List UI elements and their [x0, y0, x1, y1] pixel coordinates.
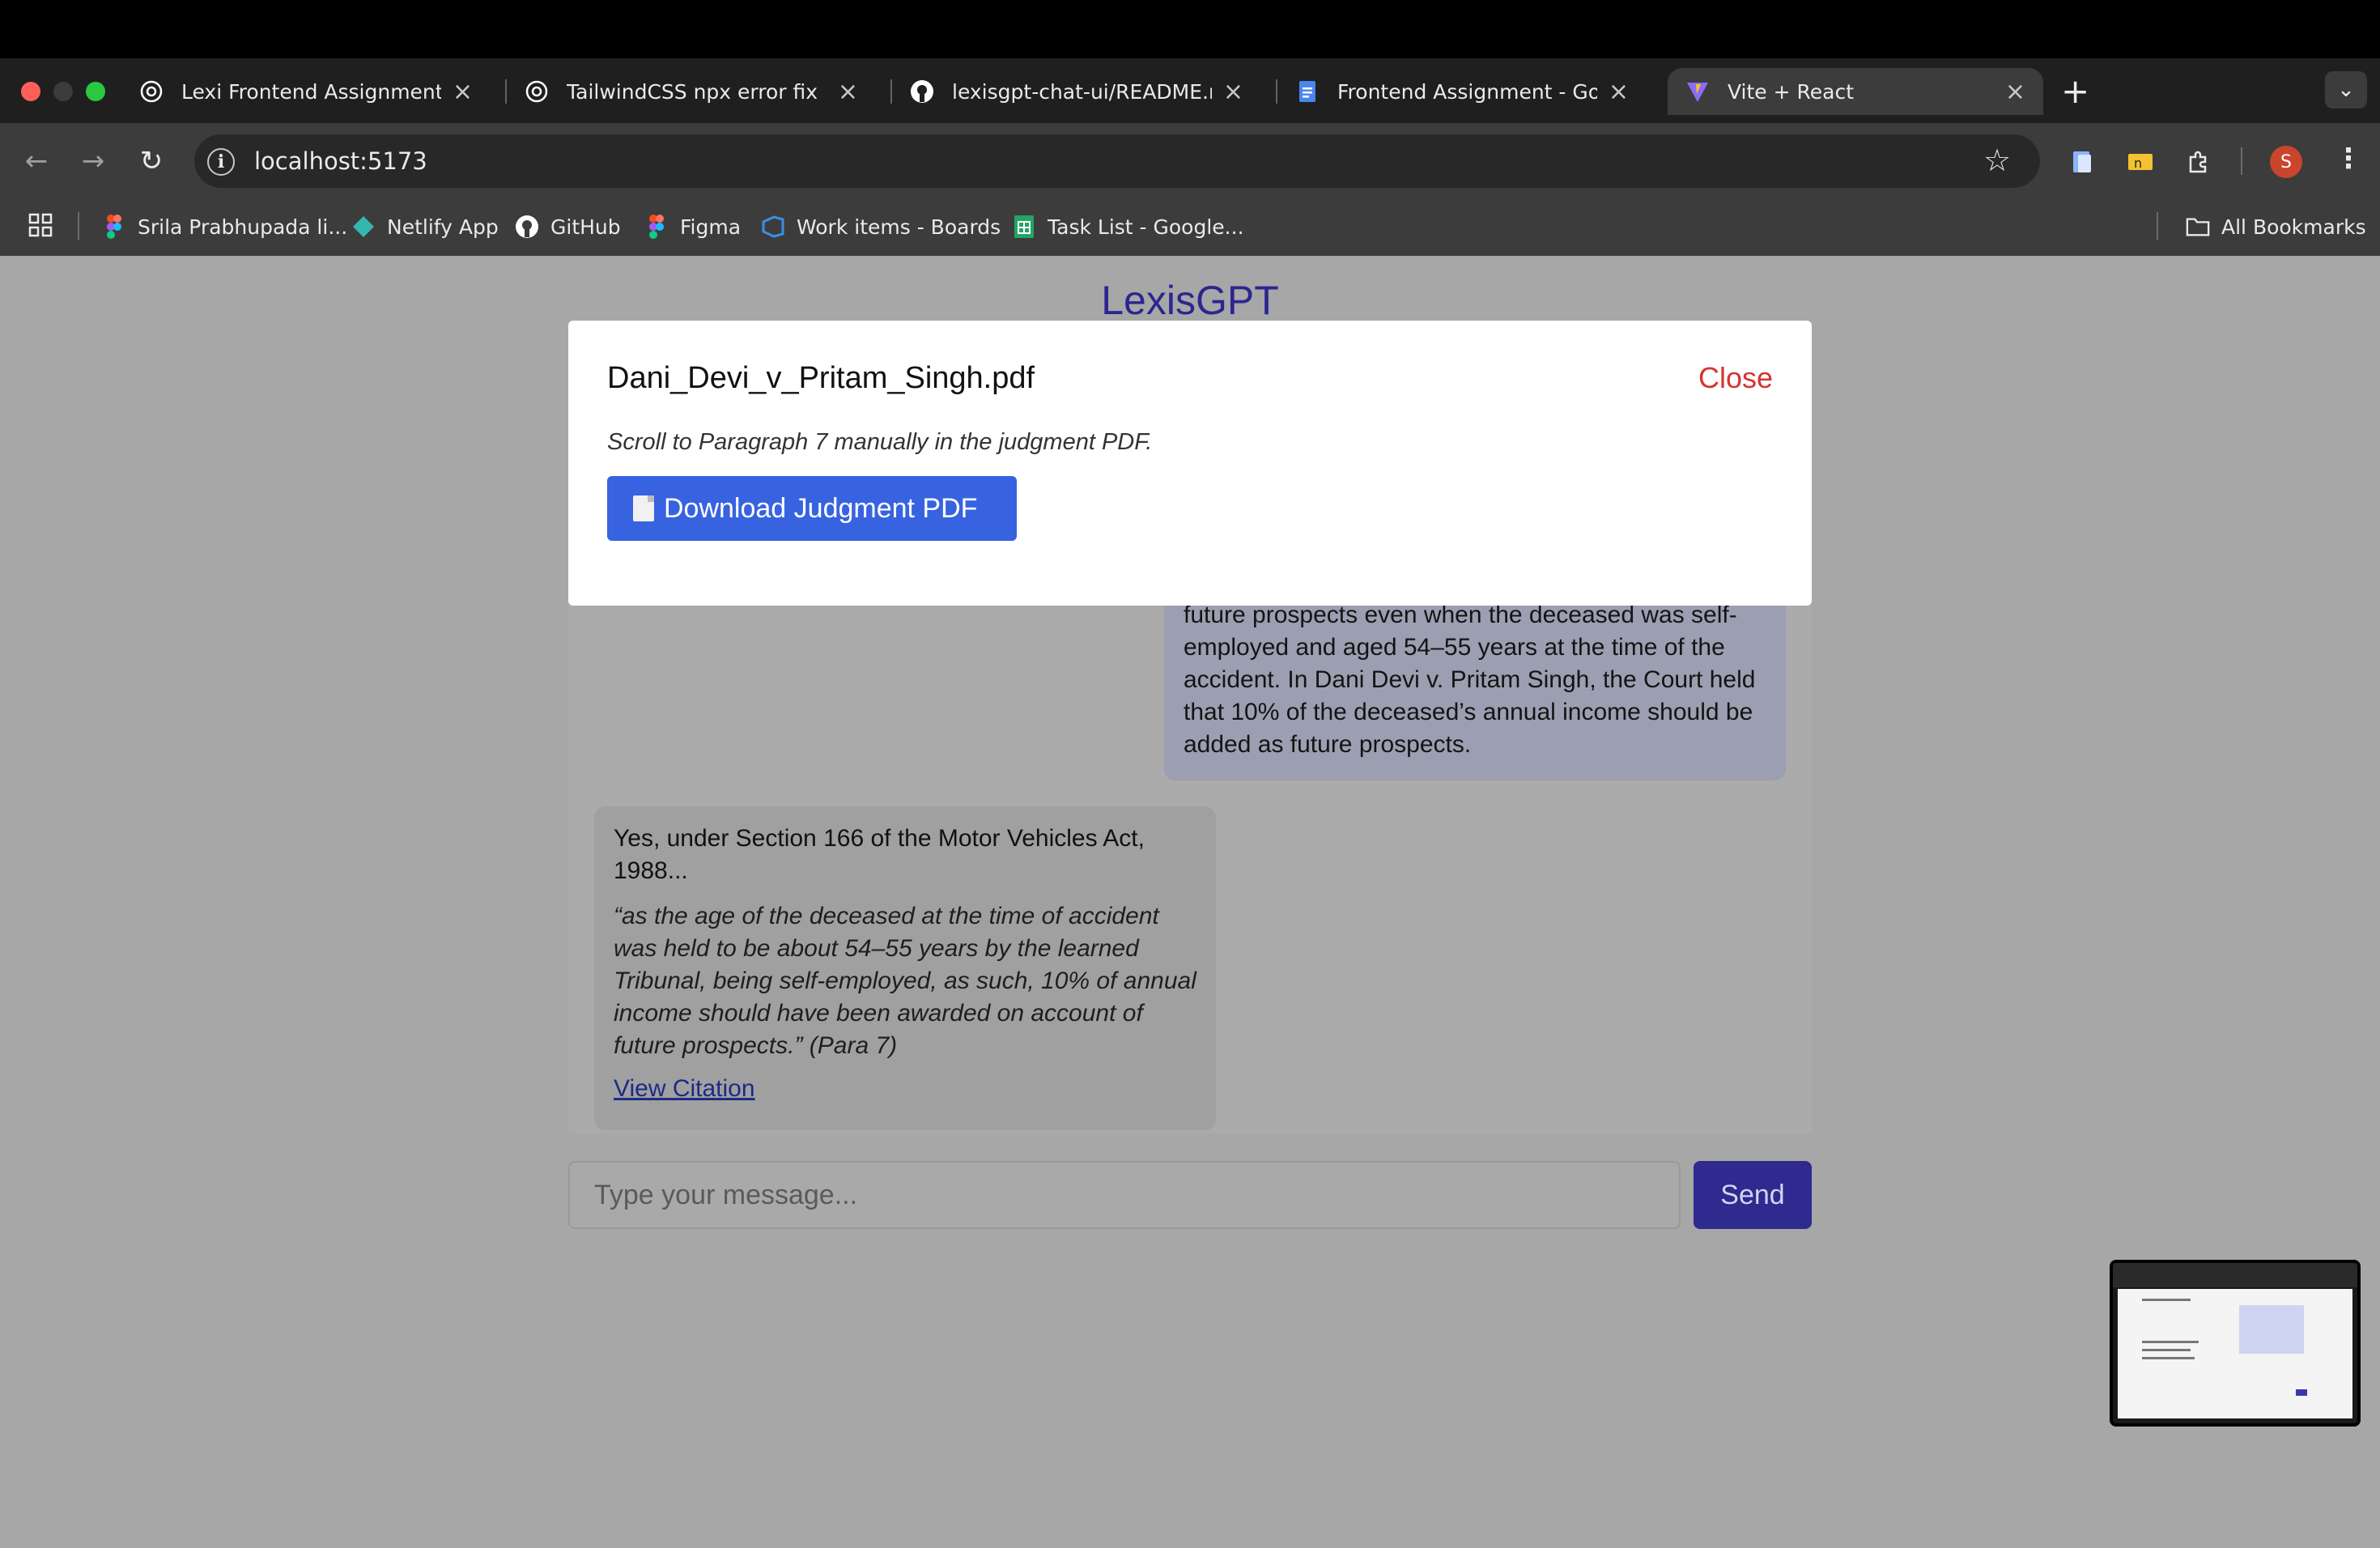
user-message-text: future prospects even when the deceased … [1184, 602, 1756, 758]
bookmark-item[interactable]: GitHub [515, 212, 621, 241]
bookmark-label: Netlify App [387, 215, 499, 239]
modal-title: Dani_Devi_v_Pritam_Singh.pdf [607, 361, 1035, 395]
browser-tab[interactable]: TailwindCSS npx error fix × [507, 68, 876, 115]
window-close-button[interactable] [21, 82, 40, 101]
window-minimize-button[interactable] [53, 82, 73, 101]
bookmark-label: GitHub [550, 215, 621, 239]
citation-quote: “as the age of the deceased at the time … [614, 903, 1196, 1059]
bookmark-item[interactable]: Figma [644, 212, 741, 241]
bookmark-item[interactable]: Task List - Google... [1012, 212, 1244, 241]
figma-icon [102, 215, 126, 239]
bookmark-label: Work items - Boards [797, 215, 1001, 239]
github-icon [910, 79, 934, 104]
bookmark-item[interactable]: Srila Prabhupada li... [102, 212, 347, 241]
modal-close-button[interactable]: Close [1698, 361, 1773, 395]
assistant-message-text: Yes, under Section 166 of the Motor Vehi… [614, 825, 1145, 884]
back-icon[interactable]: ← [18, 142, 55, 180]
apps-grid-icon[interactable] [28, 212, 53, 241]
assistant-message-bubble: Yes, under Section 166 of the Motor Vehi… [594, 806, 1216, 1130]
tab-search-button[interactable]: ⌄ [2325, 71, 2367, 108]
send-button[interactable]: Send [1694, 1161, 1812, 1229]
reload-icon[interactable]: ↻ [133, 142, 170, 180]
thumbnail-page [2118, 1289, 2352, 1418]
bookmark-star-icon[interactable]: ☆ [1983, 142, 2011, 178]
close-tab-icon[interactable]: × [453, 78, 473, 106]
openai-icon [139, 79, 164, 104]
thumbnail-browser-bar [2113, 1263, 2357, 1287]
tab-title: Vite + React [1728, 79, 1855, 104]
close-tab-icon[interactable]: × [1223, 78, 1243, 106]
document-icon [633, 495, 654, 521]
all-bookmarks-button[interactable]: All Bookmarks [2186, 212, 2366, 241]
browser-tab[interactable]: Frontend Assignment - Google Docs × [1277, 68, 1647, 115]
clipboard-extension-icon[interactable] [2066, 146, 2098, 178]
tab-title: Frontend Assignment - Google Docs [1337, 79, 1597, 104]
close-tab-icon[interactable]: × [1609, 78, 1629, 106]
bookmark-item[interactable]: Netlify App [351, 212, 499, 241]
browser-menu-icon[interactable]: ⋮ [2335, 142, 2362, 175]
browser-tab[interactable]: Lexi Frontend Assignment × [121, 68, 491, 115]
forward-icon[interactable]: → [74, 142, 112, 180]
google-sheets-icon [1012, 215, 1036, 239]
app-title: LexisGPT [1101, 278, 1279, 323]
figma-icon [644, 215, 669, 239]
citation-modal: Dani_Devi_v_Pritam_Singh.pdf Close Scrol… [568, 321, 1812, 606]
tab-title: lexisgpt-chat-ui/README.md [952, 79, 1212, 104]
close-tab-icon[interactable]: × [838, 78, 858, 106]
window-maximize-button[interactable] [86, 82, 105, 101]
download-pdf-label: Download Judgment PDF [664, 492, 978, 524]
azure-devops-icon [761, 215, 785, 239]
bookmark-label: Task List - Google... [1048, 215, 1244, 239]
bookmark-label: Srila Prabhupada li... [138, 215, 348, 239]
browser-tab[interactable]: lexisgpt-chat-ui/README.md × [892, 68, 1261, 115]
message-input[interactable] [568, 1161, 1681, 1229]
folder-icon [2186, 215, 2210, 239]
profile-avatar[interactable]: S [2270, 146, 2302, 178]
system-menu-bar [0, 0, 2380, 58]
new-tab-icon[interactable]: + [2061, 71, 2089, 111]
bookmarks-divider [2157, 212, 2158, 240]
extensions-puzzle-icon[interactable] [2182, 146, 2215, 178]
tab-title: TailwindCSS npx error fix [567, 79, 818, 104]
user-message-bubble: future prospects even when the deceased … [1164, 580, 1786, 780]
address-bar[interactable] [194, 134, 2040, 188]
download-pdf-button[interactable]: Download Judgment PDF [607, 476, 1017, 541]
tab-title: Lexi Frontend Assignment [181, 79, 441, 104]
netlify-icon [351, 215, 376, 239]
browser-tab-active[interactable]: Vite + React × [1668, 68, 2043, 115]
bookmarks-divider [78, 212, 79, 240]
svg-text:n: n [2134, 155, 2142, 171]
github-icon [515, 215, 539, 239]
close-tab-icon[interactable]: × [2005, 78, 2025, 106]
modal-note: Scroll to Paragraph 7 manually in the ju… [607, 429, 1153, 455]
google-docs-icon [1295, 79, 1320, 104]
url-text[interactable]: localhost:5173 [254, 147, 427, 175]
view-citation-link[interactable]: View Citation [614, 1075, 755, 1103]
toolbar-divider [2241, 147, 2242, 175]
site-info-icon[interactable]: i [207, 148, 235, 176]
page-viewport: LexisGPT future prospects even when the … [0, 256, 2380, 1548]
screenshot-thumbnail[interactable] [2110, 1260, 2361, 1427]
vite-icon [1685, 79, 1710, 104]
bookmark-label: Figma [680, 215, 742, 239]
bookmark-item[interactable]: Work items - Boards [761, 212, 1001, 241]
n-extension-icon[interactable]: n [2124, 146, 2157, 178]
openai-icon [525, 79, 549, 104]
all-bookmarks-label: All Bookmarks [2221, 215, 2366, 239]
